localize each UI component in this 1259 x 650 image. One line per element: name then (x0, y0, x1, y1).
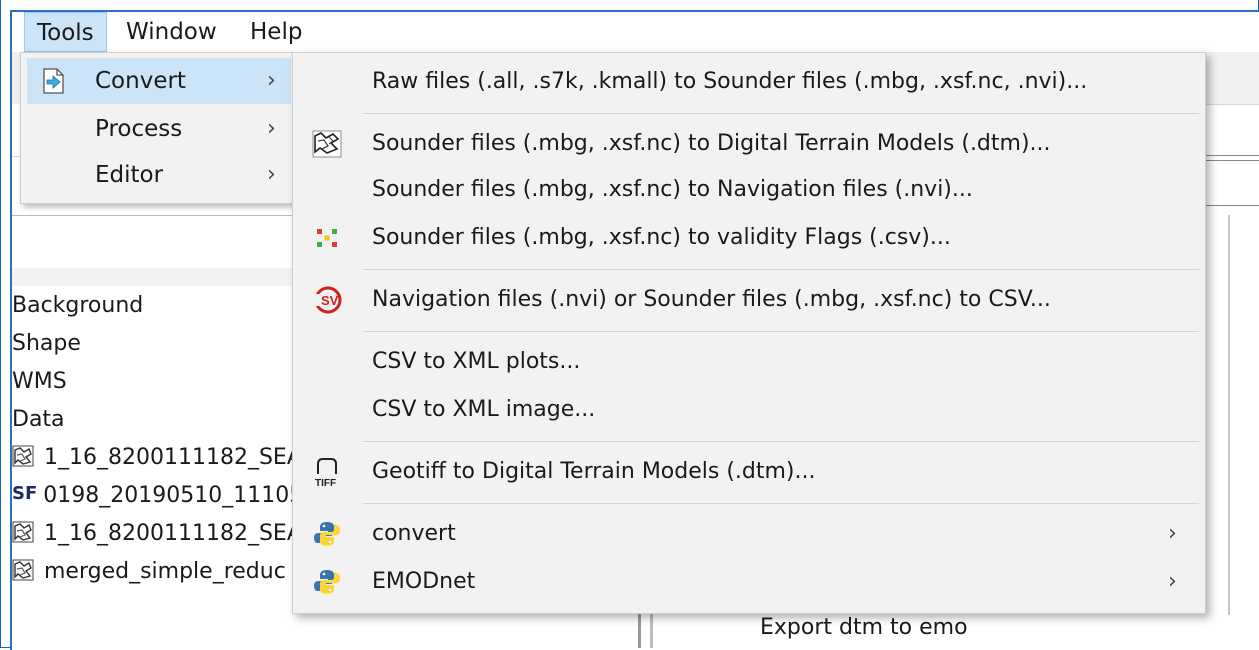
menu-item-csv-to-xml-image[interactable]: CSV to XML image... (293, 387, 1205, 433)
chevron-right-icon: › (267, 68, 276, 93)
export-dtm-item[interactable]: Export dtm to emo (760, 615, 968, 640)
sounder-file-icon (12, 559, 34, 581)
sounder-file-icon (12, 521, 34, 543)
menu-item-geotiff-to-dtm[interactable]: TIFF Geotiff to Digital Terrain Models (… (293, 449, 1205, 495)
tree-item-file[interactable]: 1_16_8200111182_SEAI (12, 515, 297, 553)
tree-item-label: Data (12, 407, 65, 432)
tree-item-label: merged_simple_reduc (44, 559, 286, 584)
tiff-icon: TIFF (315, 458, 337, 488)
tree-item-data[interactable]: Data (12, 401, 297, 439)
csv-icon: SV (313, 286, 342, 314)
csv-icon-text: SV (321, 293, 339, 308)
menu-item-label: Navigation files (.nvi) or Sounder files… (372, 287, 1051, 312)
menu-item-label: Sounder files (.mbg, .xsf.nc) to validit… (372, 225, 951, 250)
menu-item-label: Process (95, 116, 183, 142)
panel-header-line (12, 215, 292, 216)
tree-item-label: 0198_20190510_111055 (43, 483, 297, 508)
menu-item-sounder-to-nvi[interactable]: Sounder files (.mbg, .xsf.nc) to Navigat… (293, 167, 1205, 213)
right-panel-scroll-edge (1228, 215, 1230, 615)
menu-separator (363, 441, 1199, 442)
menu-item-raw-to-sounder[interactable]: Raw files (.all, .s7k, .kmall) to Sounde… (293, 59, 1205, 105)
tiff-icon-text: TIFF (315, 478, 336, 488)
menu-item-csv-to-xml-plots[interactable]: CSV to XML plots... (293, 339, 1205, 385)
right-panel-border (1205, 160, 1259, 161)
python-icon (314, 570, 340, 594)
menu-item-label: convert (372, 521, 456, 546)
tree-item-file[interactable]: 1_16_8200111182_SEAI (12, 439, 297, 477)
menu-item-label: Convert (95, 68, 186, 94)
tree-item-label: 1_16_8200111182_SEAI (44, 445, 297, 470)
tree-item-label: Background (12, 293, 144, 318)
tree-item-shape[interactable]: Shape (12, 325, 297, 363)
tools-menu: Convert › Process › Editor › (20, 52, 294, 204)
flags-icon (317, 229, 337, 247)
tree-item-background[interactable]: Background (12, 287, 297, 325)
sf-file-icon: SF (12, 483, 38, 504)
right-panel-border (1205, 155, 1259, 156)
python-icon (314, 522, 340, 546)
menu-item-convert[interactable]: Convert › (27, 58, 291, 104)
menu-item-to-csv[interactable]: SV Navigation files (.nvi) or Sounder fi… (293, 277, 1205, 323)
menu-item-process[interactable]: Process › (27, 106, 291, 152)
menu-item-label: CSV to XML image... (372, 397, 596, 422)
menu-separator (363, 269, 1199, 270)
menu-item-label: Sounder files (.mbg, .xsf.nc) to Navigat… (372, 177, 973, 202)
menu-item-label: Sounder files (.mbg, .xsf.nc) to Digital… (372, 131, 1051, 156)
menu-separator (363, 331, 1199, 332)
chevron-right-icon: › (1168, 569, 1177, 594)
tree-item-label: Shape (12, 331, 81, 356)
dtm-icon (312, 130, 342, 158)
menu-item-convert-scripts[interactable]: convert › (293, 511, 1205, 557)
panel-tab-strip (12, 268, 292, 286)
menu-item-emodnet[interactable]: EMODnet › (293, 559, 1205, 605)
menubar: Tools Window Help (12, 12, 1259, 52)
convert-icon (43, 68, 64, 94)
sounder-file-icon (12, 445, 34, 467)
chevron-right-icon: › (267, 116, 276, 141)
tree-item-label: WMS (12, 369, 67, 394)
menu-help[interactable]: Help (238, 12, 314, 52)
tree-item-wms[interactable]: WMS (12, 363, 297, 401)
menu-item-editor[interactable]: Editor › (27, 152, 291, 198)
chevron-right-icon: › (1168, 521, 1177, 546)
convert-submenu: Raw files (.all, .s7k, .kmall) to Sounde… (292, 52, 1206, 614)
menu-separator (363, 503, 1199, 504)
menu-item-label: CSV to XML plots... (372, 349, 581, 374)
tree-item-file[interactable]: merged_simple_reduc (12, 553, 297, 591)
right-panel-border (1205, 205, 1259, 206)
menu-item-sounder-to-dtm[interactable]: Sounder files (.mbg, .xsf.nc) to Digital… (293, 121, 1205, 167)
menu-item-sounder-to-flags[interactable]: Sounder files (.mbg, .xsf.nc) to validit… (293, 215, 1205, 261)
menu-tools[interactable]: Tools (24, 12, 107, 52)
tree-item-label: 1_16_8200111182_SEAI (44, 521, 297, 546)
chevron-right-icon: › (267, 162, 276, 187)
menu-item-label: Raw files (.all, .s7k, .kmall) to Sounde… (372, 69, 1088, 94)
menu-item-label: EMODnet (372, 569, 476, 594)
menu-item-label: Editor (95, 162, 164, 188)
menu-separator (363, 113, 1199, 114)
tree-item-file[interactable]: SF 0198_20190510_111055 (12, 477, 297, 515)
menu-window[interactable]: Window (114, 12, 229, 52)
menu-item-label: Geotiff to Digital Terrain Models (.dtm)… (372, 459, 816, 484)
